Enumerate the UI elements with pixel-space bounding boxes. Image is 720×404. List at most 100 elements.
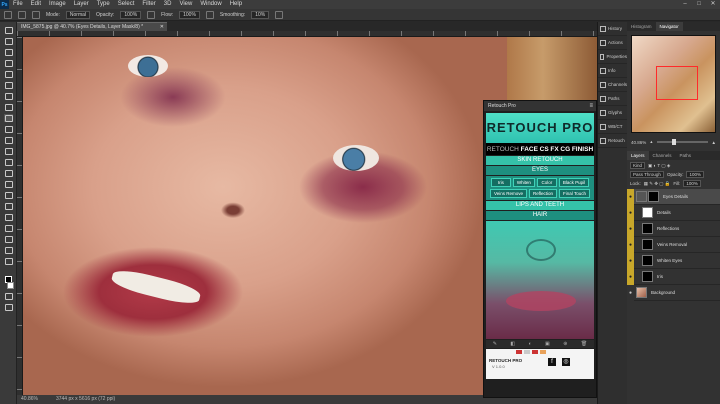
opacity-field[interactable]: 100% (120, 10, 142, 19)
layer-row[interactable]: ● Whiten Eyes (627, 252, 720, 269)
glyphs-panel-button[interactable]: Glyphs (598, 106, 627, 120)
document-info[interactable]: 3744 px x 5616 px (72 ppi) (56, 395, 115, 404)
history-panel-button[interactable]: History (598, 22, 627, 36)
tab-finish[interactable]: FINISH (572, 146, 593, 153)
quick-select-tool-icon[interactable] (4, 59, 13, 67)
iris-button[interactable]: Iris (490, 178, 511, 187)
eraser-icon[interactable]: ◧ (510, 341, 515, 347)
menu-view[interactable]: View (175, 0, 196, 9)
visibility-eye-icon[interactable]: ● (627, 284, 634, 301)
flag-icon[interactable] (524, 350, 530, 354)
color-button[interactable]: Color (536, 178, 557, 187)
zoom-tool-icon[interactable] (4, 246, 13, 254)
layer-mask-thumbnail[interactable] (648, 191, 659, 202)
menu-3d[interactable]: 3D (160, 0, 176, 9)
visibility-eye-icon[interactable]: ● (627, 204, 634, 221)
flag-icon[interactable] (540, 350, 546, 354)
tab-face[interactable]: FACE (521, 146, 538, 153)
smoothing-field[interactable]: 10% (251, 10, 270, 19)
layer-name[interactable]: Details (657, 210, 671, 215)
zoom-out-icon[interactable]: ▴ (650, 139, 652, 145)
lock-icons[interactable]: ▦ ✎ ✥ ▢ 🔒 (644, 181, 671, 187)
flag-icon[interactable] (532, 350, 538, 354)
visibility-eye-icon[interactable]: ● (627, 236, 634, 253)
marquee-tool-icon[interactable] (4, 37, 13, 45)
wbct-panel-button[interactable]: WB/CT (598, 120, 627, 134)
dodge-tool-icon[interactable] (4, 180, 13, 188)
actions-panel-button[interactable]: Actions (598, 36, 627, 50)
layer-thumbnail[interactable] (636, 287, 647, 298)
layer-thumbnail[interactable] (642, 207, 653, 218)
layer-mask-thumbnail[interactable] (642, 239, 653, 250)
layer-row[interactable]: ● Background (627, 284, 720, 301)
layer-mask-thumbnail[interactable] (642, 271, 653, 282)
layer-row[interactable]: ● Reflections (627, 220, 720, 237)
navigator-view-box[interactable] (656, 66, 698, 100)
navigator-zoom-value[interactable]: 40.86% (631, 140, 646, 145)
home-icon[interactable] (4, 10, 12, 19)
healing-brush-tool-icon[interactable] (4, 103, 13, 111)
menu-select[interactable]: Select (114, 0, 139, 9)
tab-fx[interactable]: FX (550, 146, 558, 153)
invert-icon[interactable]: ◐ (529, 341, 532, 347)
menu-image[interactable]: Image (45, 0, 70, 9)
navigator-zoom-slider[interactable] (656, 139, 708, 145)
type-tool-icon[interactable] (4, 202, 13, 210)
retouch-pro-header[interactable]: Retouch Pro ≡ (484, 101, 596, 111)
filter-icons[interactable]: ▣ ◐ T ▢ ◈ (648, 163, 670, 169)
lips-and-teeth-section[interactable]: LIPS AND TEETH (486, 201, 594, 210)
brush-tool-icon[interactable] (3, 114, 13, 122)
hand-tool-icon[interactable] (4, 235, 13, 243)
final-touch-button[interactable]: Final Touch (559, 189, 590, 198)
eyedropper-tool-icon[interactable] (4, 92, 13, 100)
layer-row[interactable]: ● Iris (627, 268, 720, 285)
paths-panel-button[interactable]: Paths (598, 92, 627, 106)
layer-mask-thumbnail[interactable] (642, 255, 653, 266)
zoom-in-icon[interactable]: ▲ (712, 140, 716, 145)
tab-cg[interactable]: CG (560, 146, 570, 153)
layer-opacity-field[interactable]: 100% (686, 171, 704, 178)
skin-retouch-section[interactable]: SKIN RETOUCH (486, 156, 594, 165)
photoshop-logo-icon[interactable]: Ps (0, 0, 9, 9)
blend-mode-select[interactable]: Pass Through (630, 171, 664, 178)
gear-icon[interactable] (275, 10, 284, 19)
trash-icon[interactable]: 🗑 (581, 341, 587, 347)
close-window-icon[interactable]: ✕ (706, 0, 720, 9)
black-pupil-button[interactable]: Black Pupil (558, 178, 590, 187)
visibility-eye-icon[interactable]: ● (627, 252, 634, 269)
menu-window[interactable]: Window (196, 0, 225, 9)
retouch-panel-button[interactable]: Retouch (598, 134, 627, 148)
hair-section[interactable]: HAIR (486, 211, 594, 220)
layer-row[interactable]: ● Details (627, 204, 720, 221)
frame-tool-icon[interactable] (4, 81, 13, 89)
info-panel-button[interactable]: Info (598, 64, 627, 78)
tab-layers[interactable]: Layers (627, 151, 649, 160)
path-select-tool-icon[interactable] (4, 213, 13, 221)
zoom-level[interactable]: 40.86% (21, 395, 38, 404)
tab-histogram[interactable]: Histogram (627, 22, 656, 31)
layer-row[interactable]: ● Veins Removal (627, 236, 720, 253)
flow-field[interactable]: 100% (179, 10, 200, 19)
facebook-icon[interactable]: f (548, 358, 556, 366)
menu-layer[interactable]: Layer (70, 0, 93, 9)
layer-name[interactable]: Iris (657, 274, 663, 279)
history-brush-tool-icon[interactable] (4, 136, 13, 144)
tab-retouch[interactable]: RETOUCH (487, 146, 519, 153)
more-tools-icon[interactable] (4, 257, 13, 265)
fill-field[interactable]: 100% (683, 180, 701, 187)
slider-handle[interactable] (671, 139, 676, 145)
minimize-icon[interactable]: – (678, 0, 692, 9)
properties-panel-button[interactable]: Properties (598, 50, 627, 64)
document-tab[interactable]: IMG_5875.jpg @ 40.7% (Eyes Details, Laye… (17, 22, 167, 31)
navigator-thumbnail[interactable] (631, 35, 716, 133)
flag-icon[interactable] (516, 350, 522, 354)
menu-help[interactable]: Help (226, 0, 246, 9)
menu-file[interactable]: File (9, 0, 27, 9)
lasso-tool-icon[interactable] (4, 48, 13, 56)
eraser-tool-icon[interactable] (4, 147, 13, 155)
layer-name[interactable]: Whiten Eyes (657, 258, 682, 263)
layer-mask-thumbnail[interactable] (642, 223, 653, 234)
layer-filter-kind[interactable]: Kind (630, 162, 646, 169)
instagram-icon[interactable]: ◎ (562, 358, 570, 366)
pressure-opacity-icon[interactable] (147, 10, 156, 19)
